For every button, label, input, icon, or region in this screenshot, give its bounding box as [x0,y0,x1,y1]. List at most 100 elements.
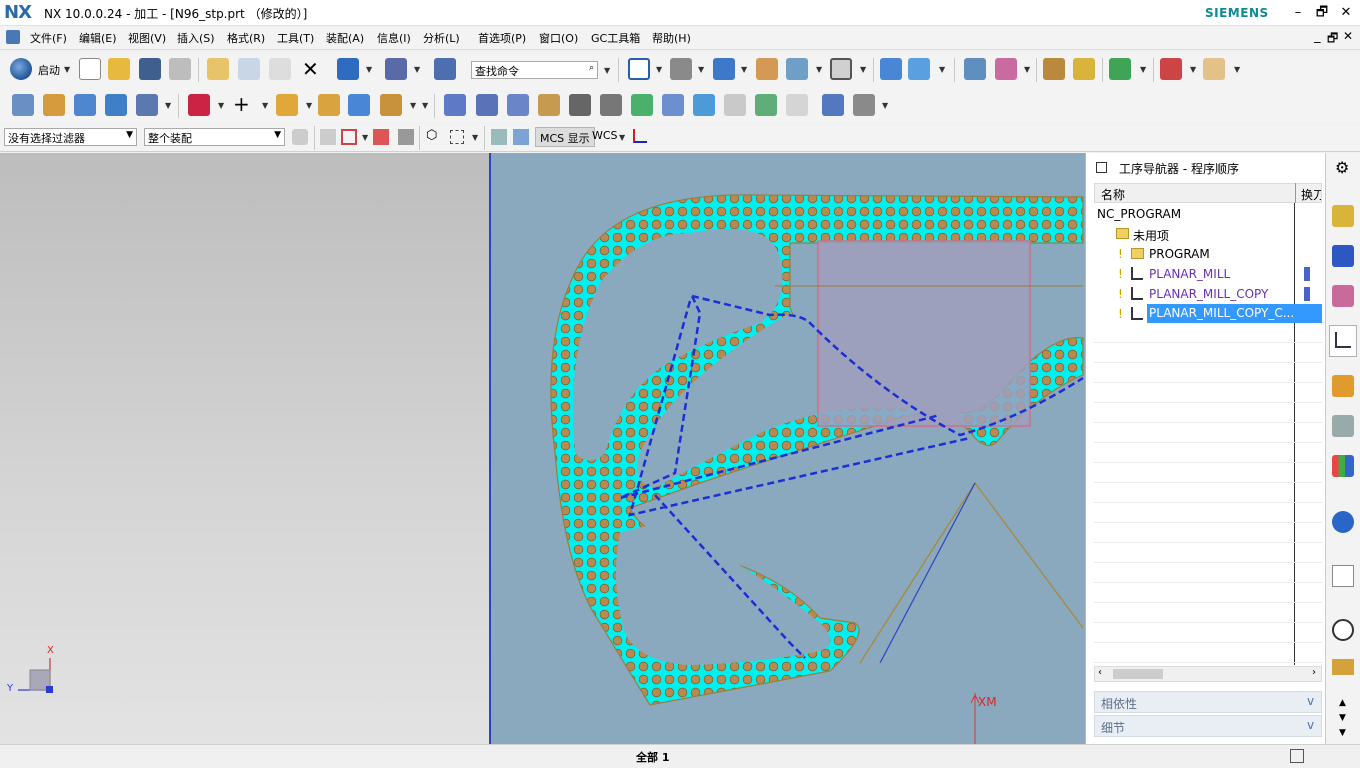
part-navigator-icon[interactable] [1332,285,1354,307]
paste-icon[interactable] [269,58,291,80]
copy-icon[interactable] [238,58,260,80]
type-filter-select[interactable]: 没有选择过滤器 ▼ [4,128,137,146]
edge-display-icon[interactable] [513,129,529,145]
transform-object-icon[interactable] [822,94,844,116]
wcs-origin-icon[interactable] [633,129,647,143]
dependencies-panel[interactable]: 相依性 v [1094,691,1322,713]
selection-scope-select[interactable]: 整个装配 ▼ [144,128,285,146]
tree-row-planar-mill-copy-c[interactable]: ! PLANAR_MILL_COPY_C... [1094,304,1322,324]
menu-format[interactable]: 格式(R) [227,30,265,46]
full-screen-icon[interactable] [1290,749,1304,763]
machine-tool-view-icon[interactable] [476,94,498,116]
command-search-input[interactable]: 查找命令 ⌕ [471,61,598,79]
tree-row-unused[interactable]: 未用项 [1094,224,1322,244]
scroll-up-icon[interactable]: ▲ [1339,698,1346,708]
create-tool-icon[interactable] [43,94,65,116]
system-materials-icon[interactable] [1332,659,1354,675]
create-operation-icon[interactable] [136,94,158,116]
tree-row-planar-mill-copy[interactable]: ! PLANAR_MILL_COPY [1094,284,1322,304]
machining-time-icon[interactable] [853,94,875,116]
print-icon[interactable] [169,58,191,80]
general-filter-icon[interactable] [292,129,308,145]
background-icon[interactable] [830,58,852,80]
undo-dropdown[interactable]: ▼ [366,65,372,74]
history-clock-icon[interactable] [1332,619,1354,641]
assembly-constraint-icon[interactable] [908,58,930,80]
search-icon[interactable]: ⌕ [589,63,594,73]
select-box-icon[interactable] [341,129,357,145]
save-icon[interactable] [139,58,161,80]
create-method-icon[interactable] [105,94,127,116]
feeds-speeds-icon[interactable] [786,94,808,116]
start-dropdown[interactable]: ▼ [64,65,70,74]
block-icon[interactable] [348,94,370,116]
undo-icon[interactable] [337,58,359,80]
replay-toolpath-icon[interactable] [693,94,715,116]
tree-row-planar-mill[interactable]: ! PLANAR_MILL [1094,264,1322,284]
list-toolpath-icon[interactable] [724,94,746,116]
reuse-library-icon[interactable] [1332,415,1354,437]
machining-method-view-icon[interactable] [538,94,560,116]
snap-endpoint-icon[interactable] [373,129,389,145]
doc-restore-button[interactable]: 🗗 [1327,29,1338,50]
menu-insert[interactable]: 插入(S) [177,30,215,46]
menu-help[interactable]: 帮助(H) [652,30,691,46]
details-panel[interactable]: 细节 v [1094,715,1322,737]
menu-assembly[interactable]: 装配(A) [326,30,364,46]
mcs-display-toggle[interactable]: MCS 显示 [535,127,595,147]
tree-row-program[interactable]: ! PROGRAM [1094,244,1322,264]
hexagon-select-icon[interactable]: ⬡ [426,128,437,143]
menu-gc-toolbox[interactable]: GC工具箱 [591,30,640,46]
doc-minimize-button[interactable]: _ [1314,29,1321,44]
web-browser-icon[interactable] [1332,511,1354,533]
menu-view[interactable]: 视图(V) [128,30,166,46]
scroll-left-icon[interactable]: ‹ [1098,667,1102,678]
scroll-thumb[interactable] [1113,669,1163,679]
touch-mode-icon[interactable] [434,58,456,80]
shop-docs-icon[interactable] [631,94,653,116]
point-icon[interactable]: + [233,92,250,116]
menu-analysis[interactable]: 分析(L) [423,30,460,46]
approve-icon[interactable] [755,94,777,116]
postprocess-icon[interactable] [600,94,622,116]
program-order-view-icon[interactable] [444,94,466,116]
start-icon[interactable] [10,58,32,80]
machine-navigator-icon[interactable] [1332,375,1354,397]
layer-visibility-icon[interactable] [786,58,808,80]
chevron-down-icon[interactable]: v [1307,718,1314,732]
datum-plane-icon[interactable] [276,94,298,116]
close-button[interactable]: ✕ [1335,3,1357,23]
ruler-icon[interactable] [1203,58,1225,80]
scroll-down-icon[interactable]: ▼ [1339,713,1346,723]
rectangle-select-icon[interactable] [450,130,464,144]
menu-info[interactable]: 信息(I) [377,30,411,46]
gear-icon[interactable]: ⚙ [1335,158,1349,177]
navigator-pin-icon[interactable] [1096,162,1107,173]
menu-edit[interactable]: 编辑(E) [79,30,117,46]
wcs-display-toggle[interactable]: WCS [592,129,618,142]
geometry-view-icon[interactable] [507,94,529,116]
output-cls-icon[interactable] [662,94,684,116]
menu-tools[interactable]: 工具(T) [277,30,314,46]
menu-file[interactable]: 文件(F) [30,30,67,46]
create-program-icon[interactable] [12,94,34,116]
generate-toolpath-icon[interactable] [188,94,210,116]
assembly-navigator-icon[interactable] [1332,205,1354,227]
move-component-icon[interactable] [880,58,902,80]
cut-icon[interactable] [207,58,229,80]
constraint-navigator-icon[interactable] [1332,245,1354,267]
new-file-icon[interactable] [79,58,101,80]
show-hide-icon[interactable] [491,129,507,145]
offset-face-icon[interactable] [380,94,402,116]
delete-icon[interactable]: ✕ [302,58,319,80]
tree-row-nc-program[interactable]: NC_PROGRAM [1094,204,1322,224]
extrude-icon[interactable] [318,94,340,116]
open-folder-icon[interactable] [108,58,130,80]
select-feature-icon[interactable] [1109,58,1131,80]
snap-toggle-icon[interactable] [320,129,336,145]
fit-view-icon[interactable] [628,58,650,80]
start-label[interactable]: 启动 [38,62,60,78]
chevron-down-icon[interactable]: v [1307,694,1314,708]
snap-point-icon[interactable] [1160,58,1182,80]
command-finder-icon[interactable] [385,58,407,80]
